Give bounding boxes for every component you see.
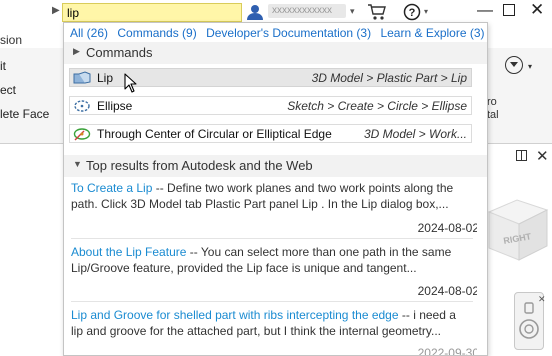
web-results-section-header[interactable]: ▼ Top results from Autodesk and the Web — [64, 155, 487, 177]
web-result-title-link[interactable]: About the Lip Feature — [71, 245, 186, 259]
web-result-item: About the Lip Feature -- You can select … — [71, 244, 466, 276]
search-expand-arrow-icon[interactable]: ▶ — [52, 5, 60, 16]
web-result-item: Lip and Groove for shelled part with rib… — [71, 307, 466, 339]
help-icon[interactable]: ? — [403, 3, 421, 24]
result-divider — [71, 238, 473, 239]
filter-tab-all[interactable]: All (26) — [70, 26, 108, 40]
command-label: Lip — [97, 71, 114, 85]
filter-tab-row: All (26) Commands (9) Developer's Docume… — [70, 26, 487, 40]
work-point-icon — [73, 128, 91, 141]
command-label: Ellipse — [97, 99, 133, 113]
search-input[interactable] — [63, 4, 241, 21]
results-scrollbar[interactable] — [477, 202, 486, 355]
command-label: Through Center of Circular or Elliptical… — [97, 127, 332, 141]
filter-tab-developer-docs[interactable]: Developer's Documentation (3) — [206, 26, 371, 40]
ribbon-settings-icon[interactable] — [505, 56, 523, 74]
close-window-button[interactable]: ✕ — [530, 0, 544, 20]
ribbon-command-label[interactable]: lete Face — [0, 107, 49, 121]
filter-tab-learn-explore[interactable]: Learn & Explore (3) — [380, 26, 484, 40]
web-results-section-title: Top results from Autodesk and the Web — [86, 158, 313, 173]
close-document-button[interactable]: ✕ — [536, 147, 549, 165]
restore-window-icon[interactable] — [516, 150, 527, 161]
web-result-date: 2024-08-02 — [417, 284, 479, 298]
web-result-title-link[interactable]: Lip and Groove for shelled part with rib… — [71, 308, 399, 322]
web-result-date: 2022-09-30 — [417, 346, 479, 356]
cart-icon[interactable] — [367, 3, 387, 24]
user-icon[interactable] — [246, 4, 264, 23]
mouse-cursor-icon — [124, 73, 137, 93]
collapse-caret-icon[interactable]: ▼ — [73, 159, 82, 169]
ribbon-command-label[interactable]: it — [0, 59, 6, 73]
user-name[interactable]: xxxxxxxxxxxx — [268, 4, 346, 18]
maximize-button[interactable] — [503, 4, 515, 16]
command-item-through-center[interactable]: Through Center of Circular or Elliptical… — [69, 124, 472, 143]
ellipse-icon — [74, 100, 90, 112]
web-result-item: To Create a Lip -- Define two work plane… — [71, 180, 466, 212]
ribbon-command-label[interactable]: tal — [487, 109, 499, 121]
result-divider — [71, 301, 473, 302]
command-path: Sketch > Create > Circle > Ellipse — [287, 99, 467, 113]
ribbon-settings-chevron-icon[interactable]: ▾ — [528, 62, 532, 71]
filter-tab-commands[interactable]: Commands (9) — [117, 26, 196, 40]
command-path: 3D Model > Work... — [363, 127, 467, 141]
expand-caret-icon[interactable]: ▶ — [73, 46, 80, 57]
lip-icon — [73, 71, 91, 84]
navigation-bar-close-icon[interactable]: ✕ — [538, 294, 546, 305]
web-result-title-link[interactable]: To Create a Lip — [71, 181, 152, 195]
ribbon-tab-fusion[interactable]: Fusion — [0, 33, 22, 47]
command-item-ellipse[interactable]: Ellipse Sketch > Create > Circle > Ellip… — [69, 96, 472, 115]
command-path: 3D Model > Plastic Part > Lip — [311, 71, 467, 85]
search-field[interactable] — [62, 3, 242, 22]
ribbon-command-label[interactable]: ro — [487, 96, 497, 108]
ribbon-command-label[interactable]: ect — [0, 83, 16, 97]
web-result-date: 2024-08-02 — [417, 221, 479, 235]
minimize-button[interactable]: — — [477, 2, 493, 20]
viewcube[interactable]: RIGHT — [477, 192, 551, 266]
commands-section-header[interactable]: ▶ Commands — [64, 42, 487, 64]
help-menu-chevron-icon[interactable]: ▾ — [424, 7, 428, 16]
user-menu-chevron-icon[interactable]: ▾ — [350, 6, 355, 17]
svg-text:?: ? — [409, 7, 416, 19]
commands-section-title: Commands — [86, 45, 153, 60]
